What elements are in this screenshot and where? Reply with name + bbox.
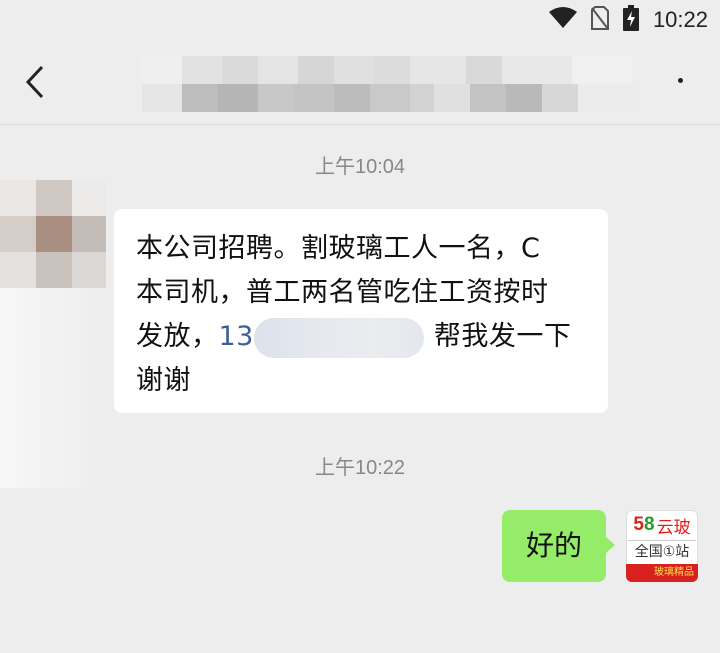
status-time: 10:22 [652, 7, 708, 32]
message-text: 发放， [136, 321, 219, 352]
status-bar: 10:22 [0, 0, 720, 40]
avatar-logo: 58 云玻 [626, 510, 698, 540]
logo-58: 58 [633, 514, 655, 535]
message-line: 本公司招聘。割玻璃工人一名，C [136, 233, 541, 264]
battery-charging-icon [622, 5, 639, 35]
no-sim-icon [590, 6, 609, 34]
message-timestamp: 上午10:04 [314, 156, 406, 178]
chevron-left-icon[interactable] [22, 64, 52, 100]
message-text: 帮我发一下 [433, 321, 572, 352]
self-avatar[interactable]: 58 云玻 全国①站 玻璃精品 [626, 510, 698, 582]
phone-number-link[interactable]: 13 [219, 321, 254, 352]
message-line: 谢谢 [136, 365, 191, 396]
phone-number-redacted [253, 317, 424, 358]
message-text: 好的 [525, 529, 582, 562]
avatar-banner: 玻璃精品 [626, 564, 698, 582]
message-timestamp: 上午10:22 [314, 457, 406, 479]
bubble-tail [605, 536, 615, 554]
wifi-icon [548, 7, 577, 33]
logo-brand-name: 云玻 [656, 517, 691, 537]
avatar-slogan: 全国①站 [628, 540, 696, 563]
status-icons: 10:22 [548, 5, 708, 35]
chat-title-redacted [142, 54, 688, 112]
incoming-message-bubble[interactable]: 本公司招聘。割玻璃工人一名，C 本司机，普工两名管吃住工资按时 发放，13 帮我发… [114, 209, 608, 413]
message-line: 发放，13 帮我发一下 [136, 315, 590, 359]
message-line: 本司机，普工两名管吃住工资按时 [136, 277, 549, 308]
contact-avatar[interactable] [0, 180, 106, 288]
chat-header [0, 40, 720, 125]
more-icon[interactable] [678, 78, 683, 83]
outgoing-message-bubble[interactable]: 好的 [502, 510, 615, 582]
